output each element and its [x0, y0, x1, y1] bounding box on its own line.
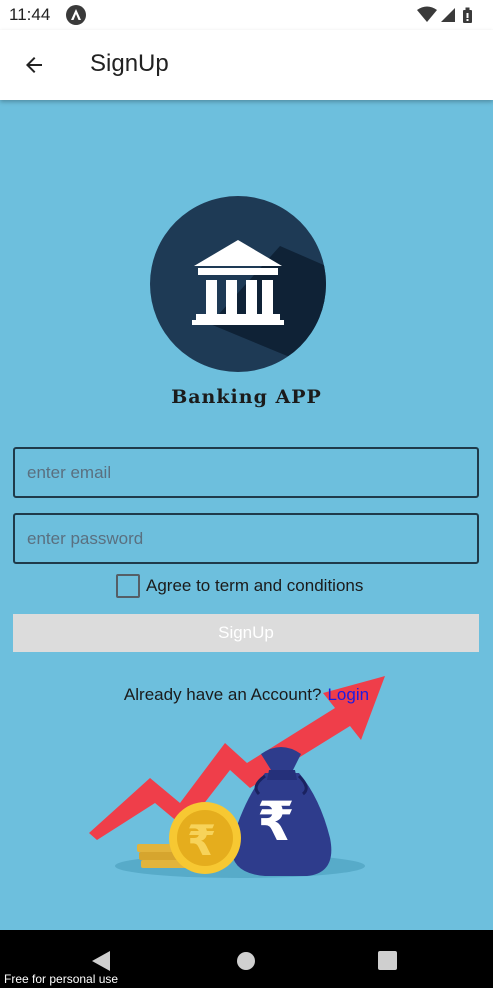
login-link[interactable]: Login	[327, 685, 369, 704]
nav-home-icon[interactable]	[237, 952, 255, 970]
status-time: 11:44	[9, 5, 51, 24]
login-prompt-row: Already have an Account? Login	[0, 685, 493, 705]
agree-checkbox[interactable]	[116, 574, 140, 598]
email-input[interactable]	[27, 462, 477, 483]
app-bar: SignUp	[0, 30, 493, 100]
agree-label: Agree to term and conditions	[146, 576, 364, 595]
password-input[interactable]	[27, 528, 477, 549]
agree-terms-row[interactable]: Agree to term and conditions	[116, 574, 363, 598]
arrow-left-icon	[26, 57, 42, 73]
wifi-icon	[417, 6, 437, 22]
watermark: Free for personal use	[4, 972, 119, 986]
nav-recents-icon[interactable]	[378, 951, 397, 970]
status-bar: 11:44	[0, 0, 493, 30]
email-field[interactable]	[13, 447, 479, 498]
rupee-bag-symbol: ₹	[257, 790, 295, 853]
battery-icon	[463, 7, 472, 23]
page-title: SignUp	[90, 50, 169, 77]
bank-building-icon	[150, 196, 326, 372]
password-field[interactable]	[13, 513, 479, 564]
signal-icon	[441, 8, 455, 22]
brand-name: Banking APP	[171, 386, 322, 408]
signup-button[interactable]: SignUp	[13, 614, 479, 652]
back-button[interactable]	[14, 45, 54, 85]
account-prompt: Already have an Account?	[123, 685, 322, 704]
money-bag-growth-icon: ₹ ₹	[89, 676, 385, 878]
signup-content: Banking APP Agree to term and conditions…	[0, 100, 493, 930]
android-studio-icon	[66, 5, 86, 25]
rupee-coin-symbol: ₹	[187, 816, 216, 865]
status-indicators	[417, 5, 485, 25]
nav-back-icon[interactable]	[90, 950, 112, 972]
